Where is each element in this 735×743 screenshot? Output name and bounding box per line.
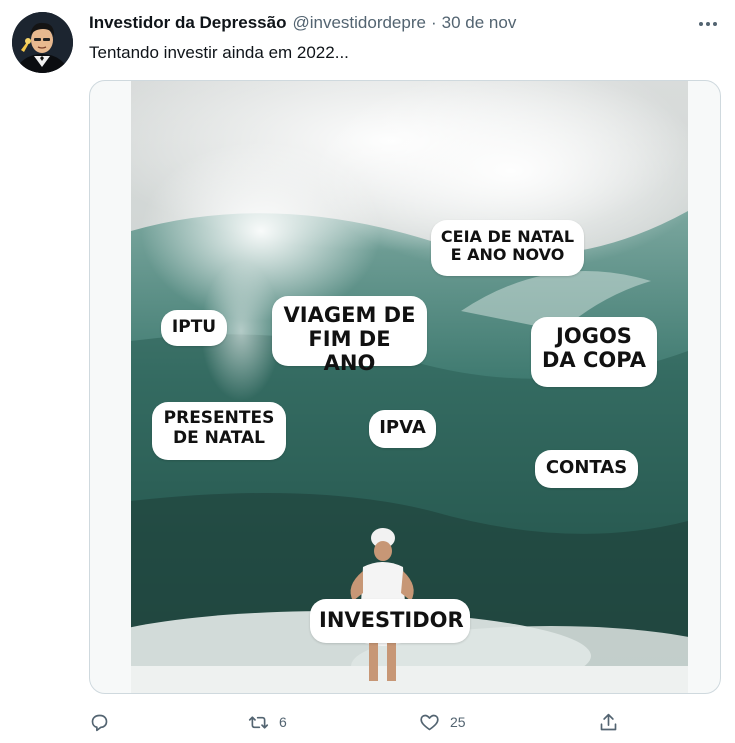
avatar-illustration bbox=[12, 12, 73, 73]
reply-icon bbox=[91, 714, 108, 731]
retweet-button[interactable]: 6 bbox=[248, 708, 287, 736]
header-separator: · bbox=[430, 13, 437, 32]
label-viagem: VIAGEM DE FIM DE ANO bbox=[272, 296, 427, 375]
like-button[interactable]: 25 bbox=[419, 708, 466, 736]
share-button[interactable] bbox=[598, 708, 619, 736]
label-iptu: IPTU bbox=[161, 310, 227, 346]
more-options-button[interactable] bbox=[695, 12, 721, 36]
author-name[interactable]: Investidor da Depressão bbox=[89, 13, 286, 33]
avatar[interactable] bbox=[12, 12, 73, 73]
like-count: 25 bbox=[450, 714, 466, 730]
meme-image: CEIA DE NATAL E ANO NOVO IPTU VIAGEM DE … bbox=[131, 81, 688, 693]
label-ipva: IPVA bbox=[369, 410, 436, 448]
retweet-count: 6 bbox=[279, 714, 287, 730]
tweet-media[interactable]: CEIA DE NATAL E ANO NOVO IPTU VIAGEM DE … bbox=[89, 80, 721, 694]
retweet-icon bbox=[248, 715, 269, 729]
tweet-timestamp[interactable]: 30 de nov bbox=[442, 13, 517, 33]
label-investidor: INVESTIDOR bbox=[310, 599, 470, 643]
tweet-text: Tentando investir ainda em 2022... bbox=[89, 43, 349, 62]
share-icon bbox=[600, 713, 617, 730]
tweet-actions: 6 25 bbox=[89, 708, 629, 736]
tweet-header: Investidor da Depressão @investidordepre… bbox=[89, 13, 516, 35]
reply-button[interactable] bbox=[89, 708, 110, 736]
tweet: Investidor da Depressão @investidordepre… bbox=[0, 0, 735, 743]
more-horizontal-icon bbox=[699, 22, 717, 26]
label-ceia: CEIA DE NATAL E ANO NOVO bbox=[431, 220, 584, 276]
author-handle[interactable]: @investidordepre bbox=[292, 13, 426, 33]
label-presentes: PRESENTES DE NATAL bbox=[152, 402, 286, 460]
heart-icon bbox=[420, 714, 439, 730]
label-contas: CONTAS bbox=[535, 450, 638, 488]
label-jogos: JOGOS DA COPA bbox=[531, 317, 657, 387]
